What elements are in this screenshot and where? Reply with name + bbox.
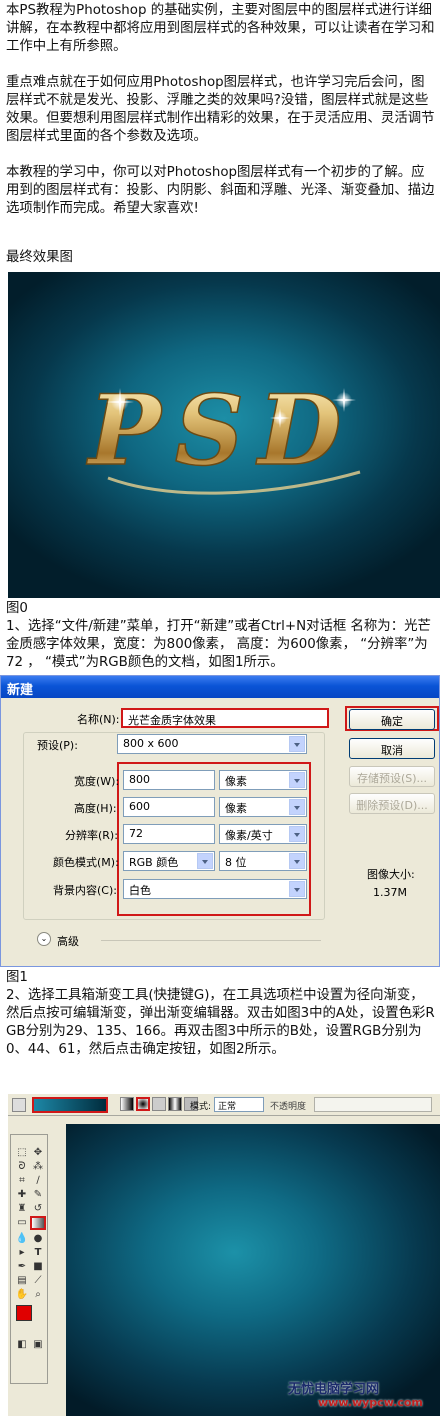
- toolbox: ⬚ ✥ ᘐ ⁂ ⌗ ∕ ✚ ✎ ♜ ↺ ▭ 💧 ● ▸ T ✒ ■ ▤ ⟋ ✋ …: [10, 1134, 48, 1384]
- height-input[interactable]: 600: [123, 797, 215, 817]
- gradient-picker[interactable]: [32, 1097, 108, 1113]
- figure-1-caption: 图1: [6, 970, 28, 985]
- width-unit-select[interactable]: 像素: [219, 770, 307, 790]
- chevron-down-icon[interactable]: [289, 799, 305, 815]
- watermark-text: 无忧电脑学习网: [288, 1382, 380, 1397]
- angle-gradient-icon[interactable]: [152, 1097, 166, 1111]
- type-icon[interactable]: T: [31, 1247, 45, 1259]
- step-2-text: 2、选择工具箱渐变工具(快捷键G)，在工具选项栏中设置为径向渐变，然后点按可编辑…: [6, 988, 435, 1057]
- background-label: 背景内容(C):: [53, 884, 117, 897]
- mode-label: 模式:: [190, 1102, 212, 1112]
- color-mode-select[interactable]: RGB 颜色: [123, 851, 215, 871]
- advanced-toggle[interactable]: ⌄ 高级: [37, 932, 97, 948]
- delete-preset-button[interactable]: 删除预设(D)...: [349, 793, 435, 814]
- tool-options-bar: 模式: 正常 不透明度: [8, 1094, 440, 1116]
- dodge-icon[interactable]: ●: [31, 1233, 45, 1245]
- crop-icon[interactable]: ⌗: [15, 1175, 29, 1187]
- photoshop-window: 模式: 正常 不透明度 ⬚ ✥ ᘐ ⁂ ⌗ ∕ ✚ ✎ ♜ ↺ ▭ 💧 ● ▸ …: [8, 1094, 440, 1416]
- gradient-tool-icon[interactable]: [30, 1216, 46, 1230]
- gold-text-graphic: PSD: [85, 373, 361, 495]
- chevron-down-icon[interactable]: [289, 881, 305, 897]
- name-label: 名称(N):: [77, 713, 120, 726]
- resolution-label: 分辨率(R):: [65, 829, 118, 842]
- bit-depth-value: 8 位: [225, 856, 247, 869]
- magic-wand-icon[interactable]: ⁂: [31, 1161, 45, 1173]
- figure-0-caption: 图0: [6, 601, 28, 616]
- advanced-label: 高级: [57, 935, 79, 948]
- resolution-unit: 像素/英寸: [225, 829, 273, 842]
- height-unit: 像素: [225, 802, 247, 815]
- watermark-url: www.wypcw.com: [318, 1396, 423, 1409]
- linear-gradient-icon[interactable]: [120, 1097, 134, 1111]
- preset-label: 预设(P):: [35, 737, 80, 753]
- width-label: 宽度(W):: [74, 775, 120, 788]
- intro-paragraph-2: 重点难点就在于如何应用Photoshop图层样式，也许学习完后会问，图层样式不就…: [6, 75, 435, 144]
- hand-icon[interactable]: ✋: [15, 1289, 29, 1301]
- history-brush-icon[interactable]: ↺: [31, 1203, 45, 1215]
- new-document-dialog: 新建 名称(N): 光芒金质字体效果 预设(P): 800 x 600 宽度(W…: [0, 675, 440, 967]
- width-unit: 像素: [225, 775, 247, 788]
- intro-paragraph-3: 本教程的学习中，你可以对Photoshop图层样式有一个初步的了解。应用到的图层…: [6, 165, 435, 216]
- shape-icon[interactable]: ■: [31, 1261, 45, 1273]
- ok-button[interactable]: 确定: [349, 709, 435, 730]
- mode-select[interactable]: 正常: [214, 1097, 264, 1112]
- step-1-text: 1、选择“文件/新建”菜单，打开“新建”或者Ctrl+N对话框 名称为：光芒金质…: [6, 619, 431, 670]
- quick-mask-icon[interactable]: ◧: [15, 1339, 29, 1351]
- stamp-icon[interactable]: ♜: [15, 1203, 29, 1215]
- save-preset-button[interactable]: 存储预设(S)...: [349, 766, 435, 787]
- chevron-double-down-icon: ⌄: [37, 932, 51, 946]
- width-input[interactable]: 800: [123, 770, 215, 790]
- final-effect-label: 最终效果图: [6, 250, 73, 265]
- screen-mode-icon[interactable]: ▣: [31, 1339, 45, 1351]
- name-field[interactable]: 光芒金质字体效果: [121, 708, 329, 728]
- path-select-icon[interactable]: ▸: [15, 1247, 29, 1259]
- document-canvas[interactable]: [66, 1124, 440, 1416]
- image-size-label: 图像大小:: [367, 868, 415, 881]
- brush-icon[interactable]: ✎: [31, 1189, 45, 1201]
- height-unit-select[interactable]: 像素: [219, 797, 307, 817]
- background-value: 白色: [129, 884, 151, 897]
- cancel-button[interactable]: 取消: [349, 738, 435, 759]
- chevron-down-icon[interactable]: [289, 853, 305, 869]
- opacity-label: 不透明度: [270, 1102, 307, 1112]
- eyedropper-icon[interactable]: ⟋: [31, 1275, 45, 1287]
- chevron-down-icon[interactable]: [289, 736, 305, 752]
- radial-gradient-icon[interactable]: [136, 1097, 150, 1111]
- chevron-down-icon[interactable]: [197, 853, 213, 869]
- resolution-input[interactable]: 72: [123, 824, 215, 844]
- height-label: 高度(H):: [74, 802, 117, 815]
- tool-preset-icon[interactable]: [12, 1098, 26, 1112]
- blur-icon[interactable]: 💧: [15, 1233, 29, 1245]
- preset-select[interactable]: 800 x 600: [117, 734, 307, 754]
- intro-paragraph-1: 本PS教程为Photoshop 的基础实例，主要对图层中的图层样式进行详细讲解，…: [6, 3, 435, 54]
- resolution-unit-select[interactable]: 像素/英寸: [219, 824, 307, 844]
- background-select[interactable]: 白色: [123, 879, 307, 899]
- final-effect-text: PSD: [86, 374, 356, 487]
- final-effect-image: PSD: [8, 272, 440, 598]
- pen-icon[interactable]: ✒: [15, 1261, 29, 1273]
- divider: [101, 940, 321, 941]
- zoom-icon[interactable]: ⌕: [31, 1289, 45, 1301]
- chevron-down-icon[interactable]: [289, 772, 305, 788]
- preset-value: 800 x 600: [123, 737, 179, 750]
- bit-depth-select[interactable]: 8 位: [219, 851, 307, 871]
- dialog-title: 新建: [1, 676, 439, 698]
- opacity-field[interactable]: [314, 1097, 432, 1112]
- image-size-value: 1.37M: [373, 886, 407, 899]
- eraser-icon[interactable]: ▭: [15, 1217, 29, 1229]
- reflected-gradient-icon[interactable]: [168, 1097, 182, 1111]
- foreground-color-swatch[interactable]: [16, 1305, 32, 1321]
- lasso-icon[interactable]: ᘐ: [15, 1161, 29, 1173]
- chevron-down-icon[interactable]: [289, 826, 305, 842]
- marquee-icon[interactable]: ⬚: [15, 1147, 29, 1159]
- move-icon[interactable]: ✥: [31, 1147, 45, 1159]
- healing-icon[interactable]: ✚: [15, 1189, 29, 1201]
- slice-icon[interactable]: ∕: [31, 1175, 45, 1187]
- color-mode-value: RGB 颜色: [129, 856, 179, 869]
- notes-icon[interactable]: ▤: [15, 1275, 29, 1287]
- color-mode-label: 颜色模式(M):: [53, 856, 119, 869]
